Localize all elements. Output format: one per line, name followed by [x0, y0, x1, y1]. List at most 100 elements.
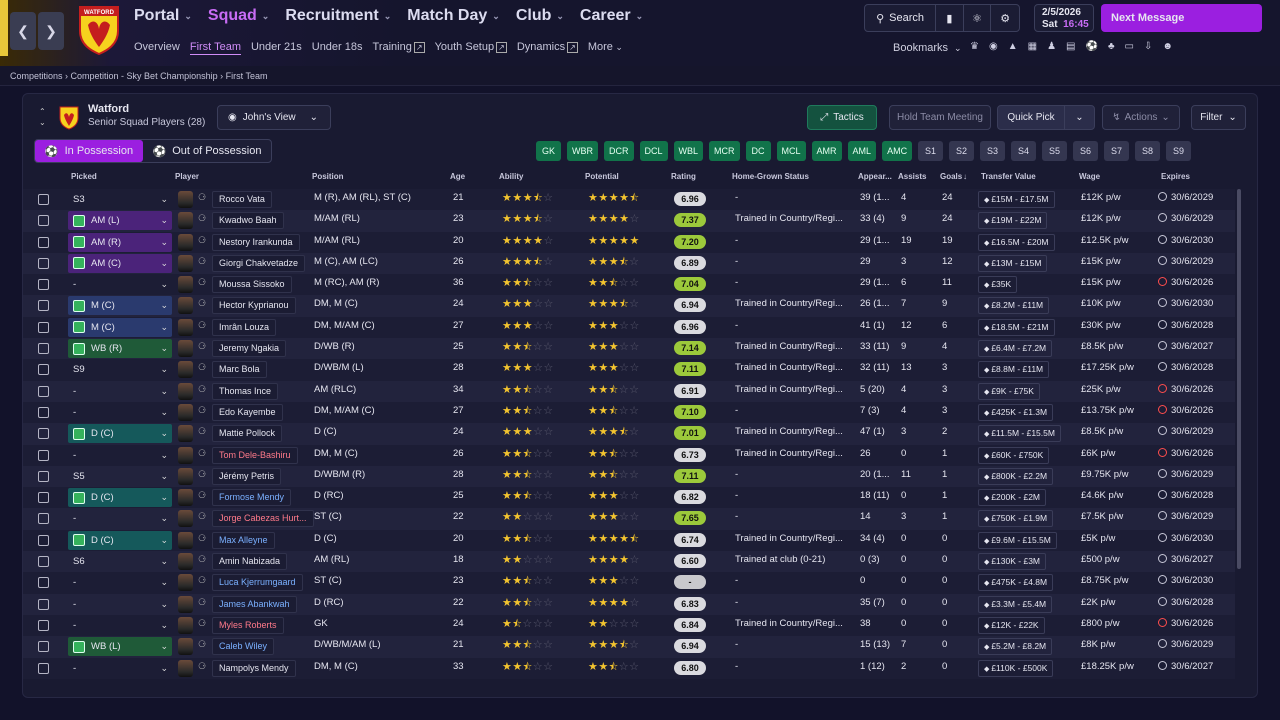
- row-checkbox[interactable]: [38, 577, 49, 589]
- player-name[interactable]: Nestory Irankunda: [212, 233, 300, 251]
- position-filter-mcl[interactable]: MCL: [776, 141, 806, 161]
- col-goals[interactable]: Goals: [940, 172, 962, 181]
- position-filter-s1[interactable]: S1: [918, 141, 944, 161]
- row-checkbox[interactable]: [38, 279, 49, 291]
- community-icon[interactable]: ☻: [1162, 41, 1173, 52]
- row-checkbox[interactable]: [38, 492, 49, 504]
- row-checkbox[interactable]: [38, 215, 49, 227]
- player-name[interactable]: Jeremy Ngakia: [212, 340, 287, 358]
- position-filter-s8[interactable]: S8: [1135, 141, 1161, 161]
- bookmarks-menu[interactable]: Bookmarks ⌄: [893, 42, 962, 54]
- col-age[interactable]: Age: [450, 172, 465, 181]
- table-row[interactable]: S3 ⌄ ⚆ Rocco Vata M (R), AM (RL), ST (C) 21 ★★…: [23, 189, 1235, 211]
- table-row[interactable]: - ⌄ ⚆ Nampolys Mendy DM, M (C) 33 ★★⯪☆☆ ★★⯪☆☆ 6.…: [23, 657, 1235, 679]
- player-name[interactable]: Luca Kjerrumgaard: [212, 574, 303, 592]
- table-row[interactable]: - ⌄ ⚆ Jorge Cabezas Hurt... ST (C) 22 ★★☆☆☆ ★★★…: [23, 508, 1235, 530]
- table-row[interactable]: - ⌄ ⚆ Myles Roberts GK 24 ★⯪☆☆☆ ★★☆☆☆ 6.84 Traine…: [23, 614, 1235, 637]
- col-wage[interactable]: Wage: [1079, 172, 1100, 181]
- row-checkbox[interactable]: [38, 428, 49, 440]
- table-row[interactable]: - ⌄ ⚆ Moussa Sissoko M (RC), AM (R) 36 ★★⯪☆☆ ★★…: [23, 274, 1235, 296]
- staff-icon[interactable]: ♟: [1047, 41, 1056, 52]
- next-message-button[interactable]: Next Message: [1101, 4, 1262, 32]
- col-assists[interactable]: Assists: [898, 172, 926, 181]
- position-filter-mcr[interactable]: MCR: [709, 141, 740, 161]
- position-filter-dcr[interactable]: DCR: [604, 141, 634, 161]
- table-row[interactable]: M (C) ⌄ ⚆ Hector Kyprianou DM, M (C) 24 ★★★☆☆ ★…: [23, 295, 1235, 317]
- position-filter-s5[interactable]: S5: [1042, 141, 1068, 161]
- picked-selector[interactable]: AM (R) ⌄: [68, 232, 172, 252]
- table-row[interactable]: D (C) ⌄ ⚆ Mattie Pollock D (C) 24 ★★★☆☆ ★★★⯪☆ 7.…: [23, 423, 1235, 445]
- row-checkbox[interactable]: [38, 619, 49, 631]
- subnav-under-18s[interactable]: Under 18s: [312, 41, 363, 55]
- picked-selector[interactable]: - ⌄: [68, 403, 172, 422]
- col-appearances[interactable]: Appear...: [858, 172, 892, 181]
- col-potential[interactable]: Potential: [585, 172, 619, 181]
- position-filter-aml[interactable]: AML: [847, 141, 877, 161]
- picked-selector[interactable]: - ⌄: [68, 595, 172, 614]
- back-button[interactable]: ❮: [10, 12, 36, 50]
- breadcrumb-item[interactable]: Competition - Sky Bet Championship: [71, 71, 218, 81]
- picked-selector[interactable]: M (C) ⌄: [68, 317, 172, 337]
- player-name[interactable]: James Abankwah: [212, 595, 297, 613]
- picked-selector[interactable]: S9 ⌄: [68, 360, 172, 379]
- game-date[interactable]: 2/5/2026 Sat 16:45: [1034, 4, 1094, 32]
- player-name[interactable]: Nampolys Mendy: [212, 659, 296, 677]
- position-filter-s2[interactable]: S2: [949, 141, 975, 161]
- player-name[interactable]: Jorge Cabezas Hurt...: [212, 510, 314, 528]
- picked-selector[interactable]: - ⌄: [68, 573, 172, 592]
- position-filter-s9[interactable]: S9: [1166, 141, 1192, 161]
- calendar-icon[interactable]: ▦: [1028, 41, 1037, 52]
- nav-portal[interactable]: Portal ⌄: [134, 7, 192, 25]
- scout-icon[interactable]: ▤: [1066, 41, 1075, 52]
- table-row[interactable]: WB (L) ⌄ ⚆ Caleb Wiley D/WB/M/AM (L) 21 ★★⯪☆☆ ★…: [23, 636, 1235, 658]
- picked-selector[interactable]: AM (C) ⌄: [68, 253, 172, 273]
- position-filter-amc[interactable]: AMC: [882, 141, 913, 161]
- row-checkbox[interactable]: [38, 343, 49, 355]
- picked-selector[interactable]: - ⌄: [68, 446, 172, 465]
- trophy-button[interactable]: ⚛: [964, 5, 992, 31]
- player-name[interactable]: Imrân Louza: [212, 318, 277, 336]
- row-checkbox[interactable]: [38, 406, 49, 418]
- col-expires[interactable]: Expires: [1161, 172, 1190, 181]
- player-name[interactable]: Amin Nabizada: [212, 553, 288, 571]
- player-name[interactable]: Mattie Pollock: [212, 425, 283, 443]
- table-row[interactable]: - ⌄ ⚆ Thomas Ince AM (RLC) 34 ★★⯪☆☆ ★★⯪☆☆ 6.91 Tr…: [23, 380, 1235, 402]
- picked-selector[interactable]: S5 ⌄: [68, 467, 172, 486]
- club-crest-icon[interactable]: WATFORD: [78, 5, 120, 55]
- tactics-button[interactable]: ⤢ Tactics: [807, 105, 877, 130]
- player-name[interactable]: Marc Bola: [212, 361, 267, 379]
- picked-selector[interactable]: WB (R) ⌄: [68, 339, 172, 359]
- col-transfer-value[interactable]: Transfer Value: [981, 172, 1036, 181]
- subnav-youth-setup[interactable]: Youth Setup ↗: [435, 41, 507, 55]
- nav-recruitment[interactable]: Recruitment ⌄: [285, 7, 391, 25]
- table-row[interactable]: S9 ⌄ ⚆ Marc Bola D/WB/M (L) 28 ★★★☆☆ ★★★☆☆ 7.11 T…: [23, 359, 1235, 381]
- out-of-possession-tab[interactable]: ⚽ Out of Possession: [143, 140, 271, 162]
- filter-button[interactable]: Filter ⌄: [1191, 105, 1246, 130]
- col-ability[interactable]: Ability: [499, 172, 523, 181]
- player-name[interactable]: Formose Mendy: [212, 489, 292, 507]
- subnav-first-team[interactable]: First Team: [189, 41, 241, 55]
- col-picked[interactable]: Picked: [71, 172, 97, 181]
- player-name[interactable]: Jérémy Petris: [212, 467, 282, 485]
- player-name[interactable]: Hector Kyprianou: [212, 297, 296, 315]
- in-possession-tab[interactable]: ⚽ In Possession: [35, 140, 143, 162]
- ball-icon[interactable]: ⚽: [1085, 41, 1097, 52]
- collapse-toggle[interactable]: ⌃ ⌄: [39, 106, 46, 128]
- picked-selector[interactable]: M (C) ⌄: [68, 296, 172, 316]
- row-checkbox[interactable]: [38, 641, 49, 653]
- col-home-grown[interactable]: Home-Grown Status: [732, 172, 809, 181]
- picked-selector[interactable]: D (C) ⌄: [68, 424, 172, 444]
- position-filter-s6[interactable]: S6: [1073, 141, 1099, 161]
- picked-selector[interactable]: - ⌄: [68, 275, 172, 294]
- table-row[interactable]: D (C) ⌄ ⚆ Max Alleyne D (C) 20 ★★⯪☆☆ ★★★★⯪ 6.74 T…: [23, 529, 1235, 552]
- picked-selector[interactable]: S3 ⌄: [68, 190, 172, 209]
- table-row[interactable]: AM (L) ⌄ ⚆ Kwadwo Baah M/AM (RL) 23 ★★★⯪☆ ★★★★☆…: [23, 210, 1235, 232]
- nav-match-day[interactable]: Match Day ⌄: [407, 7, 500, 25]
- row-checkbox[interactable]: [38, 662, 49, 674]
- col-rating[interactable]: Rating: [671, 172, 696, 181]
- row-checkbox[interactable]: [38, 449, 49, 461]
- picked-selector[interactable]: D (C) ⌄: [68, 488, 172, 508]
- table-row[interactable]: M (C) ⌄ ⚆ Imrân Louza DM, M/AM (C) 27 ★★★☆☆ ★★★…: [23, 316, 1235, 339]
- nav-squad[interactable]: Squad ⌄: [208, 7, 269, 25]
- position-filter-gk[interactable]: GK: [536, 141, 561, 161]
